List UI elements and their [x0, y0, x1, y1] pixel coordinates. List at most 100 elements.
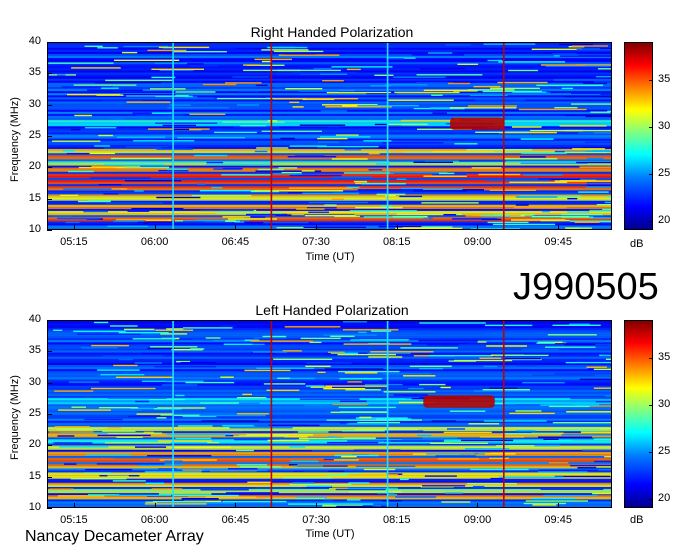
top-speckle	[232, 76, 270, 78]
top-speckle	[167, 107, 229, 109]
top-speckle	[508, 69, 539, 72]
bottom-speckle	[59, 446, 109, 448]
top-speckle	[541, 211, 550, 213]
top-speckle	[595, 76, 611, 78]
bottom-x-tick-label: 06:45	[221, 514, 250, 526]
top-speckle	[167, 168, 189, 171]
bottom-colorbar-tick	[649, 357, 653, 359]
top-speckle	[127, 210, 150, 212]
bottom-speckle	[93, 321, 109, 324]
top-speckle	[162, 46, 174, 49]
top-speckle	[574, 221, 600, 223]
bottom-speckle	[335, 488, 386, 491]
top-speckle	[567, 211, 590, 213]
top-speckle	[389, 160, 425, 162]
top-speckle	[84, 127, 117, 129]
bottom-speckle	[531, 497, 575, 500]
top-speckle	[175, 91, 216, 93]
bottom-speckle	[382, 500, 402, 502]
bottom-speckle	[166, 433, 231, 436]
bottom-speckle	[482, 389, 530, 391]
bottom-speckle	[419, 383, 446, 386]
bottom-speckle	[440, 386, 451, 389]
bottom-speckle	[242, 393, 252, 396]
top-speckle	[189, 113, 226, 115]
bottom-speckle	[499, 476, 564, 478]
top-speckle	[202, 83, 237, 86]
top-y-tick	[47, 73, 52, 75]
bottom-speckle	[383, 391, 436, 393]
top-speckle	[473, 85, 501, 88]
bottom-speckle	[400, 347, 458, 349]
bottom-speckle	[71, 406, 86, 408]
top-speckle	[565, 114, 611, 117]
top-speckle	[131, 208, 184, 210]
top-speckle	[578, 191, 609, 193]
top-speckle	[554, 107, 578, 109]
bottom-colorbar-unit: dB	[630, 514, 644, 526]
top-speckle	[102, 100, 143, 102]
bottom-speckle	[273, 358, 333, 360]
top-speckle	[586, 186, 611, 188]
top-speckle	[109, 118, 124, 120]
bottom-x-axis-label: Time (UT)	[305, 528, 355, 540]
top-y-tick-label: 15	[28, 191, 41, 204]
top-speckle	[211, 187, 223, 189]
bottom-speckle	[595, 401, 611, 403]
bottom-speckle	[353, 449, 401, 451]
top-speckle	[281, 171, 302, 174]
top-speckle	[357, 189, 423, 191]
bottom-speckle	[157, 440, 212, 442]
top-speckle	[449, 107, 517, 109]
top-speckle	[344, 149, 362, 151]
top-speckle	[590, 111, 611, 113]
top-speckle	[432, 112, 447, 114]
top-speckle	[84, 45, 103, 47]
top-y-tick-label: 25	[28, 129, 41, 141]
observation-id: J990505	[513, 266, 659, 308]
top-speckle	[475, 99, 525, 101]
top-speckle	[301, 170, 315, 172]
top-speckle	[390, 151, 405, 153]
bottom-y-tick	[47, 382, 52, 384]
bottom-speckle	[292, 482, 315, 484]
top-speckle	[156, 196, 201, 199]
bottom-speckle	[592, 492, 611, 495]
top-speckle	[256, 147, 289, 149]
top-speckle	[593, 81, 611, 83]
top-speckle	[87, 89, 143, 91]
top-speckle	[571, 45, 608, 47]
top-spectrogram-plot	[48, 43, 611, 229]
top-speckle	[515, 204, 529, 206]
top-speckle	[395, 227, 463, 229]
bottom-speckle	[309, 341, 322, 344]
bottom-speckle	[435, 455, 477, 457]
bottom-speckle	[256, 367, 315, 369]
top-colorbar	[624, 42, 653, 230]
top-speckle	[186, 63, 204, 65]
top-speckle	[571, 92, 611, 95]
bottom-freq-row	[48, 321, 611, 324]
top-speckle	[126, 101, 171, 103]
bottom-speckle	[267, 439, 309, 442]
bottom-speckle	[270, 424, 320, 427]
bottom-speckle	[145, 482, 165, 485]
bottom-speckle	[431, 420, 456, 422]
top-speckle	[97, 47, 118, 49]
top-speckle	[87, 200, 111, 202]
top-speckle	[103, 163, 164, 166]
bottom-speckle	[330, 335, 355, 337]
bottom-speckle	[262, 335, 287, 338]
bottom-speckle	[368, 356, 403, 358]
top-speckle	[250, 190, 279, 193]
bottom-speckle	[484, 324, 533, 327]
top-speckle	[105, 79, 173, 82]
top-speckle	[520, 156, 546, 158]
top-speckle	[206, 161, 224, 164]
bottom-speckle	[569, 323, 590, 325]
top-speckle	[399, 195, 423, 198]
bottom-speckle	[153, 408, 182, 410]
bottom-speckle	[118, 332, 169, 334]
bottom-y-tick-label: 10	[28, 501, 41, 513]
bottom-speckle	[236, 464, 267, 466]
